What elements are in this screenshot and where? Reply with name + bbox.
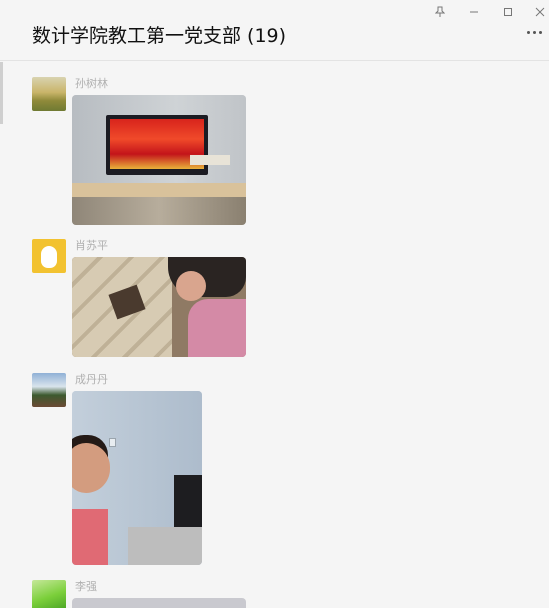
chat-window: 数计学院教工第一党支部 (19) 孙树林 肖苏平 成丹丹 李强 <box>0 0 549 608</box>
chat-title: 数计学院教工第一党支部 (19) <box>32 25 287 47</box>
image-message[interactable] <box>72 95 246 225</box>
avatar[interactable] <box>32 373 66 407</box>
avatar[interactable] <box>32 580 66 608</box>
sender-name: 孙树林 <box>75 77 108 90</box>
pin-icon[interactable] <box>430 3 450 21</box>
minimize-icon[interactable] <box>464 3 484 21</box>
avatar[interactable] <box>32 77 66 111</box>
message-list: 孙树林 肖苏平 成丹丹 李强 <box>0 62 549 608</box>
image-message[interactable] <box>72 598 246 608</box>
maximize-icon[interactable] <box>498 3 518 21</box>
image-message[interactable] <box>72 257 246 357</box>
sender-name: 李强 <box>75 580 97 593</box>
sender-name: 成丹丹 <box>75 373 108 386</box>
title-bar: 数计学院教工第一党支部 (19) <box>0 0 549 61</box>
more-icon[interactable] <box>527 31 542 34</box>
sender-name: 肖苏平 <box>75 239 108 252</box>
avatar[interactable] <box>32 239 66 273</box>
close-icon[interactable] <box>530 3 549 21</box>
image-message[interactable] <box>72 391 202 565</box>
